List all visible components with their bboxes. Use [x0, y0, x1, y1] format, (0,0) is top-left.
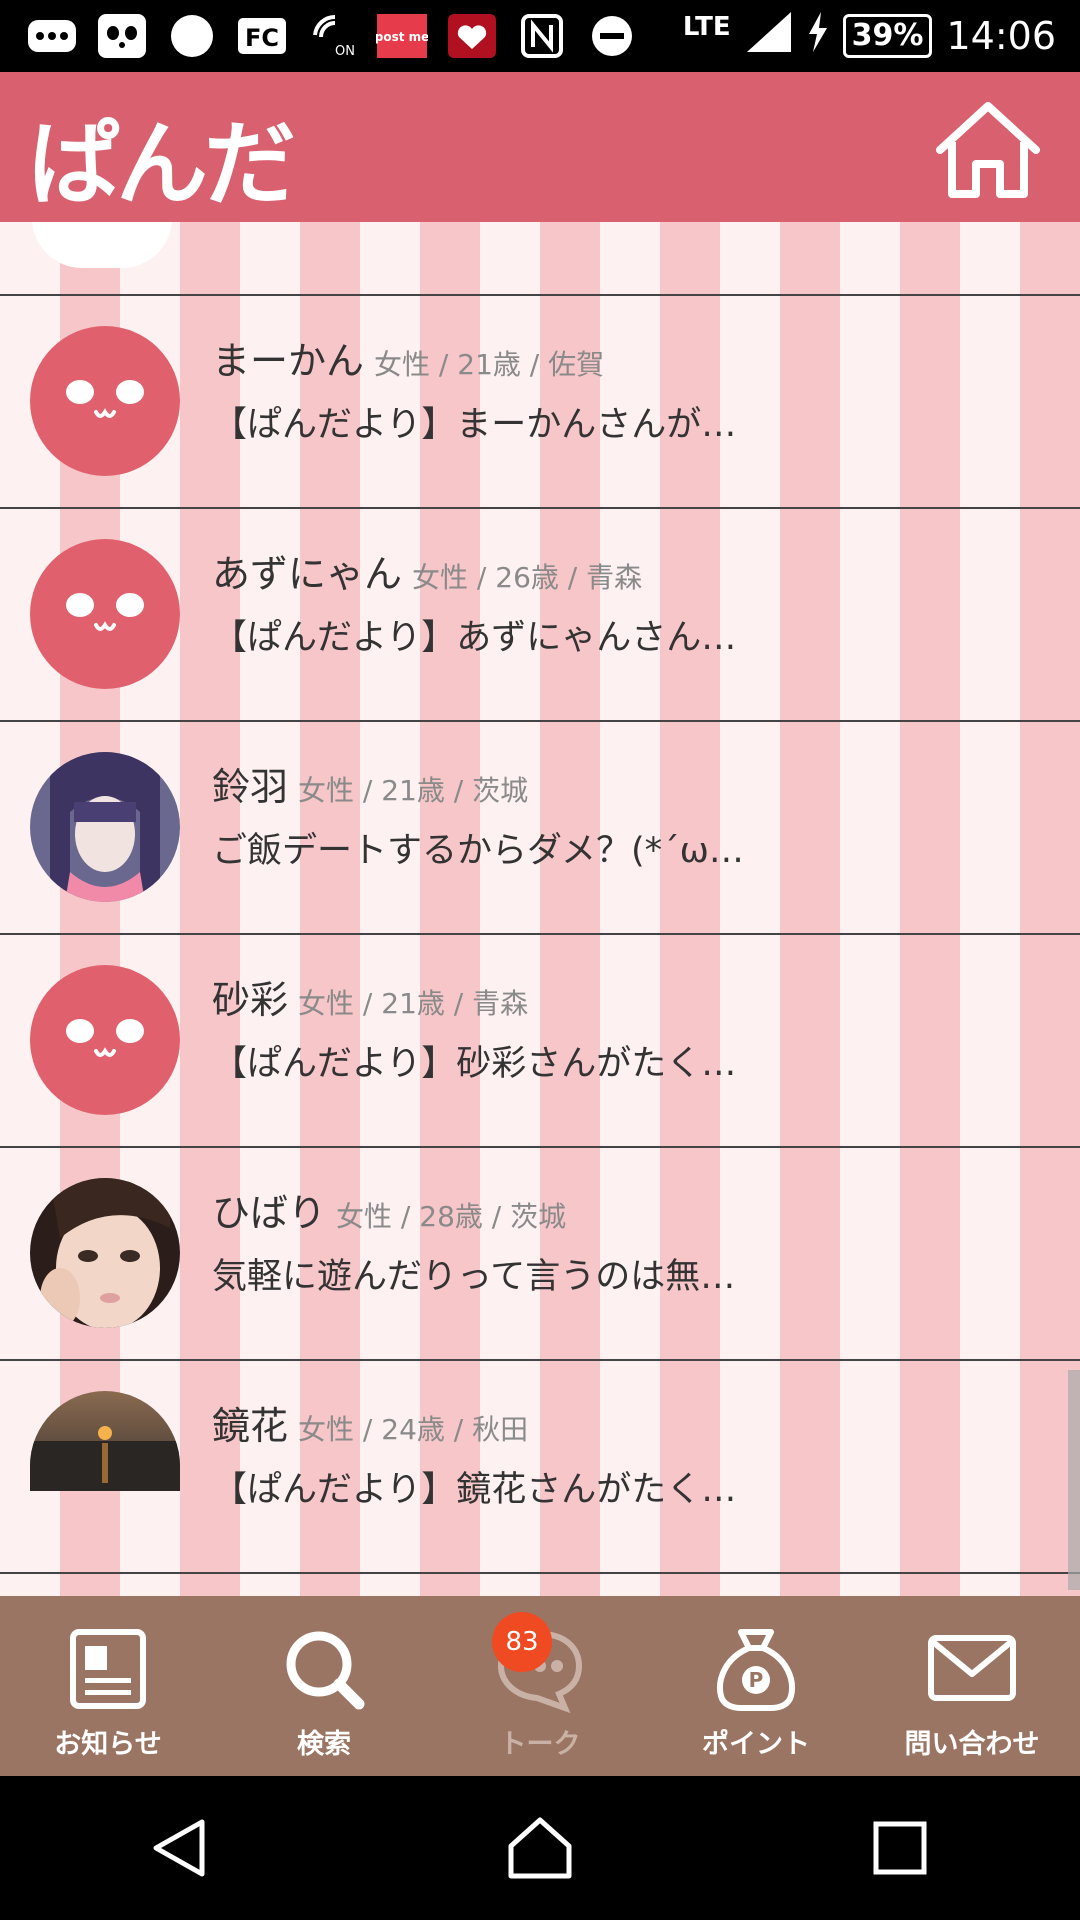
conversation-list[interactable]: まーかん 女性 / 21歳 / 佐賀 【ぱんだより】まーかんさんが… あずにゃん女… — [0, 222, 1080, 1596]
circle-notification-icon — [166, 13, 218, 59]
bottom-navigation: お知らせ 検索 トーク 83 P ポイント 問い合わせ — [0, 1596, 1080, 1776]
user-photo-avatar — [30, 1391, 180, 1491]
system-navigation-bar — [0, 1776, 1080, 1920]
message-preview: 気軽に遊んだりって言うのは無… — [212, 1257, 736, 1297]
nav-talk[interactable]: トーク 83 — [432, 1596, 648, 1776]
svg-text:FC: FC — [245, 24, 279, 52]
user-meta: 女性 / 21歳 / 茨城 — [298, 774, 529, 807]
lte-indicator: LTE — [682, 12, 731, 42]
mail-icon — [928, 1635, 1016, 1701]
conversation-row[interactable]: ひばり 女性 / 28歳 / 茨城 気軽に遊んだりって言うのは無… — [0, 1146, 1080, 1360]
home-button[interactable] — [932, 98, 1044, 202]
home-icon — [936, 102, 1040, 198]
user-meta: 女性 / 21歳 / 佐賀 — [374, 348, 605, 381]
nav-label: ポイント — [702, 1729, 810, 1760]
back-button[interactable] — [135, 1803, 225, 1893]
user-name: まーかん — [212, 339, 365, 383]
points-bag-icon: P — [717, 1629, 795, 1711]
message-preview: 【ぱんだより】あずにゃんさん… — [212, 618, 737, 658]
message-preview: ご飯デートするからダメ？(*´ω… — [212, 831, 744, 871]
nav-label: お知らせ — [54, 1729, 162, 1760]
search-icon — [286, 1631, 365, 1710]
nav-label: 検索 — [297, 1729, 351, 1760]
nav-label: トーク — [499, 1729, 581, 1760]
user-name: 砂彩 — [212, 978, 289, 1022]
conversation-row[interactable]: 砂彩 女性 / 21歳 / 青森 【ぱんだより】砂彩さんがたく… — [0, 933, 1080, 1147]
back-triangle-icon — [153, 1819, 205, 1877]
nav-news[interactable]: お知らせ — [0, 1596, 216, 1776]
svg-text:P: P — [749, 1668, 764, 1692]
partial-avatar — [32, 222, 172, 268]
status-bar: FC ON post me LTE 39% 14:06 — [0, 0, 1080, 72]
message-preview: 【ぱんだより】鏡花さんがたく… — [212, 1470, 737, 1510]
user-meta: 女性 / 26歳 / 青森 — [412, 561, 643, 594]
conversation-row[interactable]: 鏡花 女性 / 24歳 / 秋田 【ぱんだより】鏡花さんがたく… — [0, 1359, 1080, 1573]
chat-notification-icon — [26, 13, 78, 59]
clock: 14:06 — [946, 14, 1056, 58]
recents-square-icon — [873, 1821, 927, 1875]
recents-button[interactable] — [855, 1803, 945, 1893]
user-meta: 女性 / 21歳 / 青森 — [298, 987, 529, 1020]
nav-label: 問い合わせ — [904, 1729, 1040, 1760]
panda-app-notification-icon — [96, 13, 148, 59]
wifi-calling-icon: ON — [306, 13, 358, 59]
nfc-icon — [516, 13, 568, 59]
user-name: 鈴羽 — [212, 765, 289, 809]
scrollbar[interactable] — [1068, 1370, 1080, 1590]
unread-badge: 83 — [492, 1612, 552, 1672]
user-photo-avatar — [30, 752, 180, 902]
svg-text:post me: post me — [376, 30, 428, 44]
svg-text:ON: ON — [335, 44, 355, 59]
user-meta: 女性 / 28歳 / 茨城 — [336, 1200, 567, 1233]
home-outline-icon — [508, 1817, 572, 1879]
app-logo: ぱんだ — [28, 111, 296, 218]
user-meta: 女性 / 24歳 / 秋田 — [298, 1413, 529, 1446]
fc-app-icon: FC — [236, 13, 288, 59]
panda-avatar-icon — [30, 326, 180, 476]
panda-avatar-icon — [30, 965, 180, 1115]
user-photo-avatar — [30, 1178, 180, 1328]
home-system-button[interactable] — [495, 1803, 585, 1893]
heart-app-icon — [446, 13, 498, 59]
postme-app-icon: post me — [376, 13, 428, 59]
panda-avatar-icon — [30, 539, 180, 689]
conversation-row[interactable] — [0, 1572, 1080, 1596]
do-not-disturb-icon — [586, 13, 638, 59]
message-preview: 【ぱんだより】まーかんさんが… — [212, 405, 737, 445]
battery-indicator: 39% — [842, 14, 933, 58]
charging-icon — [807, 11, 829, 61]
user-name: あずにゃん — [212, 552, 403, 596]
app-header: ぱんだ — [0, 72, 1080, 222]
message-preview: 【ぱんだより】砂彩さんがたく… — [212, 1044, 737, 1084]
user-name: 鏡花 — [212, 1404, 289, 1448]
nav-points[interactable]: P ポイント — [648, 1596, 864, 1776]
user-name: ひばり — [212, 1191, 327, 1235]
conversation-row[interactable]: あずにゃん 女性 / 26歳 / 青森 【ぱんだより】あずにゃんさん… — [0, 507, 1080, 721]
conversation-row[interactable]: まーかん 女性 / 21歳 / 佐賀 【ぱんだより】まーかんさんが… — [0, 294, 1080, 508]
nav-search[interactable]: 検索 — [216, 1596, 432, 1776]
signal-icon — [745, 10, 793, 63]
conversation-row[interactable]: 鈴羽 女性 / 21歳 / 茨城 ご飯デートするからダメ？(*´ω… — [0, 720, 1080, 934]
news-icon — [70, 1629, 146, 1709]
nav-contact[interactable]: 問い合わせ — [864, 1596, 1080, 1776]
